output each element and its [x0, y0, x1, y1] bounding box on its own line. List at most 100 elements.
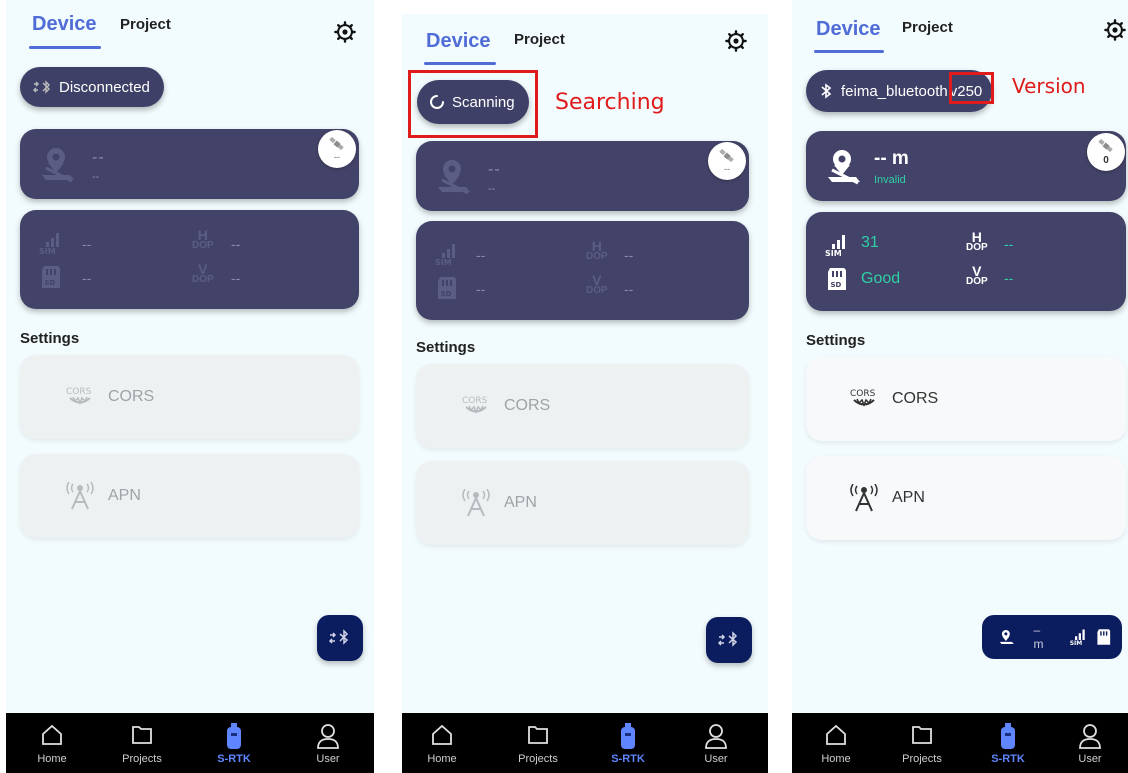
tab-device[interactable]: Device: [32, 13, 97, 36]
hdop-value: --: [231, 236, 241, 252]
nav-user[interactable]: User: [680, 713, 752, 773]
cors-icon: CORS: [462, 396, 488, 415]
nav-projects[interactable]: Projects: [502, 713, 574, 773]
nav-user[interactable]: User: [292, 713, 364, 773]
folder-icon: [912, 726, 932, 744]
nav-srtk[interactable]: S-RTK: [972, 713, 1044, 773]
cors-icon: CORS: [66, 387, 92, 406]
version-highlight-box: [949, 72, 994, 104]
version-annotation: Version: [1012, 74, 1086, 98]
nav-home[interactable]: Home: [800, 713, 872, 773]
apn-label: APN: [892, 489, 925, 506]
nav-srtk[interactable]: S-RTK: [198, 713, 270, 773]
settings-heading: Settings: [806, 332, 866, 349]
svg-text:SIM: SIM: [1070, 640, 1083, 646]
nav-projects[interactable]: Projects: [106, 713, 178, 773]
hdop-value: --: [624, 247, 634, 263]
nav-projects[interactable]: Projects: [886, 713, 958, 773]
svg-text:CORS: CORS: [850, 389, 876, 399]
sim-signal-icon: SIM: [435, 244, 455, 266]
cors-setting[interactable]: CORS CORS: [806, 357, 1126, 441]
tab-device[interactable]: Device: [426, 30, 491, 53]
bluetooth-transfer-icon: [717, 631, 738, 647]
accuracy-value: -- m: [874, 148, 909, 169]
sim-signal-icon: SIM: [825, 235, 845, 257]
user-icon: [705, 724, 727, 749]
top-tabs: Device Project: [402, 14, 768, 74]
bluetooth-transfer-icon: [328, 629, 349, 645]
folder-icon: [132, 726, 152, 744]
tab-indicator: [424, 62, 496, 65]
position-pin-icon: [828, 150, 860, 185]
mini-status-bar[interactable]: – m SIM: [982, 615, 1122, 659]
hdop-label: H DOP: [966, 229, 988, 253]
position-card: -- --: [20, 129, 359, 199]
nav-home[interactable]: Home: [406, 713, 478, 773]
tab-project[interactable]: Project: [514, 31, 565, 48]
apn-setting[interactable]: APN: [416, 461, 749, 545]
svg-text:SD: SD: [45, 279, 56, 287]
connection-status-button[interactable]: Disconnected: [20, 67, 164, 107]
vdop-label: V DOP: [192, 261, 214, 285]
sd-card-icon: SD: [42, 266, 60, 288]
svg-text:CORS: CORS: [66, 387, 92, 397]
bottom-nav: Home Projects S-RTK User: [6, 713, 374, 773]
position-card: -- --: [416, 141, 749, 211]
fix-state: --: [488, 183, 496, 195]
folder-icon: [528, 726, 548, 744]
cors-setting[interactable]: CORS CORS: [416, 364, 749, 448]
settings-gear-icon[interactable]: [334, 21, 356, 43]
sd-value: --: [82, 270, 92, 286]
accuracy-value: --: [488, 161, 501, 178]
apn-setting[interactable]: APN: [806, 456, 1126, 540]
bluetooth-connect-button[interactable]: [706, 617, 752, 663]
position-pin-icon: [999, 629, 1014, 645]
srtk-device-icon: [227, 723, 241, 749]
sim-signal-icon: SIM: [1070, 629, 1085, 646]
vdop-label: V DOP: [586, 272, 608, 296]
sim-value: 31: [861, 234, 879, 251]
cors-setting[interactable]: CORS CORS: [20, 355, 359, 439]
position-pin-icon: [42, 148, 74, 183]
satellite-icon: [719, 148, 734, 163]
vdop-value: --: [231, 270, 241, 286]
satellite-count: --: [724, 164, 730, 174]
settings-gear-icon[interactable]: [1104, 19, 1126, 41]
nav-home[interactable]: Home: [16, 713, 88, 773]
sim-value: --: [476, 247, 486, 263]
apn-setting[interactable]: APN: [20, 454, 359, 538]
apn-label: APN: [504, 494, 537, 511]
satellite-badge[interactable]: --: [318, 130, 356, 168]
srtk-device-icon: [1001, 723, 1015, 749]
bluetooth-connect-button[interactable]: [317, 615, 363, 661]
satellite-icon: [329, 136, 344, 151]
home-icon: [826, 724, 846, 745]
fix-state: Invalid: [874, 174, 906, 186]
tab-device[interactable]: Device: [816, 18, 881, 41]
user-icon: [1079, 724, 1101, 749]
signal-card: SIM -- SD -- H DOP -- V DOP --: [20, 210, 359, 309]
hdop-value: --: [1004, 236, 1014, 252]
nav-srtk[interactable]: S-RTK: [592, 713, 664, 773]
user-icon: [317, 724, 339, 749]
home-icon: [432, 724, 452, 745]
tab-project[interactable]: Project: [120, 16, 171, 33]
connection-status-label: Disconnected: [59, 78, 150, 96]
nav-user[interactable]: User: [1054, 713, 1126, 773]
settings-heading: Settings: [20, 330, 80, 347]
satellite-icon: [1098, 138, 1113, 153]
vdop-label: V DOP: [966, 263, 988, 287]
sd-card-icon: [1097, 629, 1111, 645]
tab-project[interactable]: Project: [902, 19, 953, 36]
vdop-value: --: [1004, 270, 1014, 286]
svg-text:SIM: SIM: [435, 258, 452, 266]
tab-indicator: [814, 50, 884, 53]
bluetooth-disconnected-icon: [33, 80, 50, 94]
satellite-badge[interactable]: --: [708, 142, 746, 180]
svg-text:SIM: SIM: [39, 247, 56, 255]
cors-icon: CORS: [850, 389, 876, 408]
svg-text:CORS: CORS: [462, 396, 488, 406]
cors-label: CORS: [108, 388, 155, 405]
satellite-badge[interactable]: 0: [1087, 133, 1125, 171]
settings-gear-icon[interactable]: [725, 30, 747, 52]
